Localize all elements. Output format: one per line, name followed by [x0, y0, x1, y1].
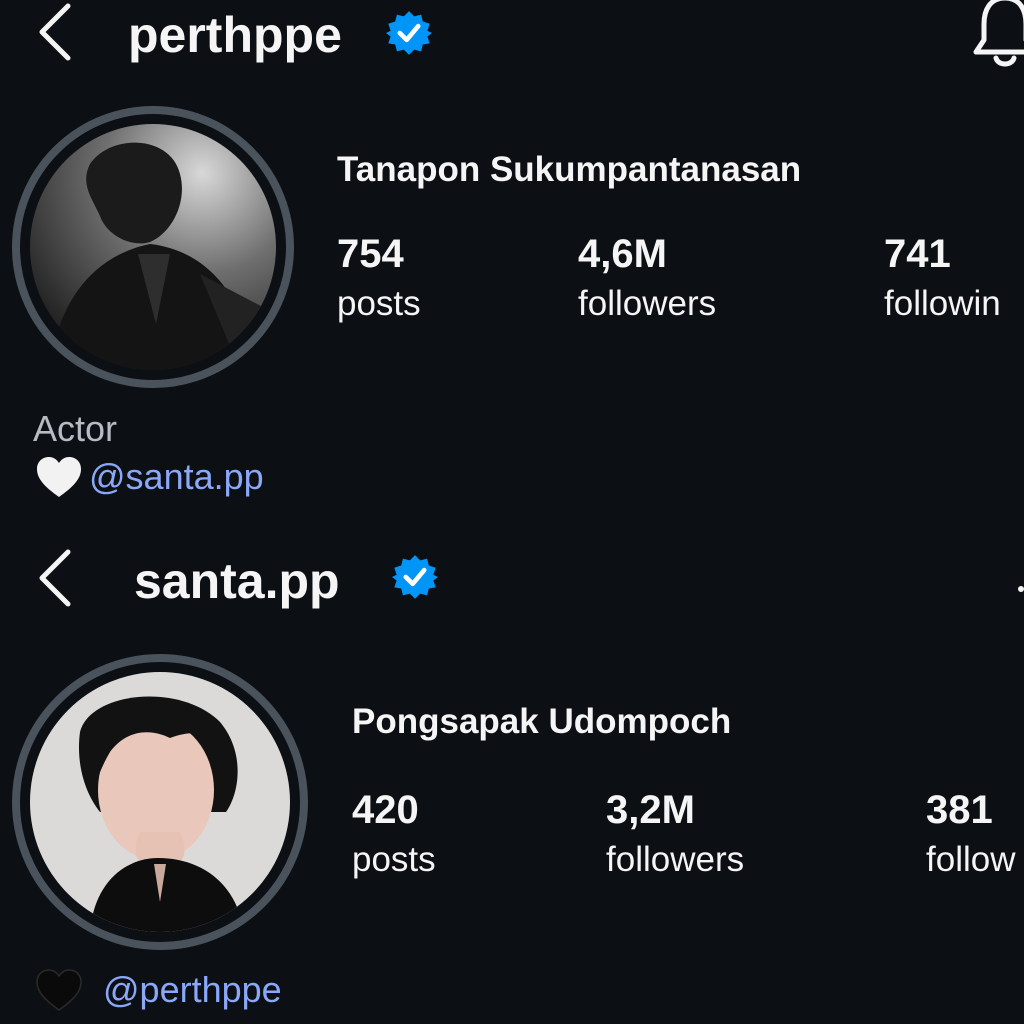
chevron-left-icon	[39, 3, 71, 61]
stat-value: 3,2M	[606, 788, 695, 832]
stat-label: followers	[606, 840, 745, 879]
profile-header-santa-pp: santa.pp Pongsapak Udompoch 420 posts 3,…	[0, 540, 1024, 1024]
stat-posts[interactable]: 420 posts	[352, 790, 436, 877]
menu-dot-icon[interactable]	[1018, 586, 1024, 592]
white-heart-icon	[35, 455, 83, 499]
chevron-left-icon	[39, 549, 71, 607]
stat-label: followers	[578, 284, 717, 323]
stat-value: 754	[337, 232, 404, 276]
stat-following[interactable]: 741 followin	[884, 234, 1024, 321]
mention-link[interactable]: @santa.pp	[89, 459, 264, 495]
stat-value: 4,6M	[578, 232, 667, 276]
profile-header-perthppe: perthppe Tanapon Sukumpantanasan 754 pos…	[0, 0, 1024, 530]
bio-mention-row: @santa.pp	[35, 455, 264, 499]
stat-label: posts	[337, 284, 421, 323]
stat-following[interactable]: 381 follow	[926, 790, 1024, 877]
profile-username: perthppe	[128, 7, 342, 63]
stat-value: 381	[926, 790, 993, 832]
stat-followers[interactable]: 4,6M followers	[578, 234, 716, 321]
stat-posts[interactable]: 754 posts	[337, 234, 421, 321]
stat-label: follow	[926, 840, 1016, 877]
stat-label: followin	[884, 284, 1001, 321]
black-heart-icon	[35, 968, 83, 1012]
mention-link[interactable]: @perthppe	[103, 972, 282, 1008]
stat-value: 741	[884, 234, 951, 276]
stat-followers[interactable]: 3,2M followers	[606, 790, 744, 877]
profile-username: santa.pp	[134, 553, 340, 609]
back-button[interactable]	[32, 548, 82, 608]
back-button[interactable]	[32, 2, 82, 62]
avatar[interactable]	[30, 124, 276, 370]
stat-value: 420	[352, 788, 419, 832]
bio-mention-row: @perthppe	[35, 968, 282, 1012]
bio-category: Actor	[33, 408, 118, 449]
full-name: Pongsapak Udompoch	[352, 702, 732, 741]
stat-label: posts	[352, 840, 436, 879]
verified-badge-icon	[386, 10, 432, 56]
avatar[interactable]	[30, 672, 290, 932]
verified-badge-icon	[392, 554, 438, 600]
full-name: Tanapon Sukumpantanasan	[337, 150, 802, 189]
bell-icon[interactable]	[970, 0, 1024, 70]
